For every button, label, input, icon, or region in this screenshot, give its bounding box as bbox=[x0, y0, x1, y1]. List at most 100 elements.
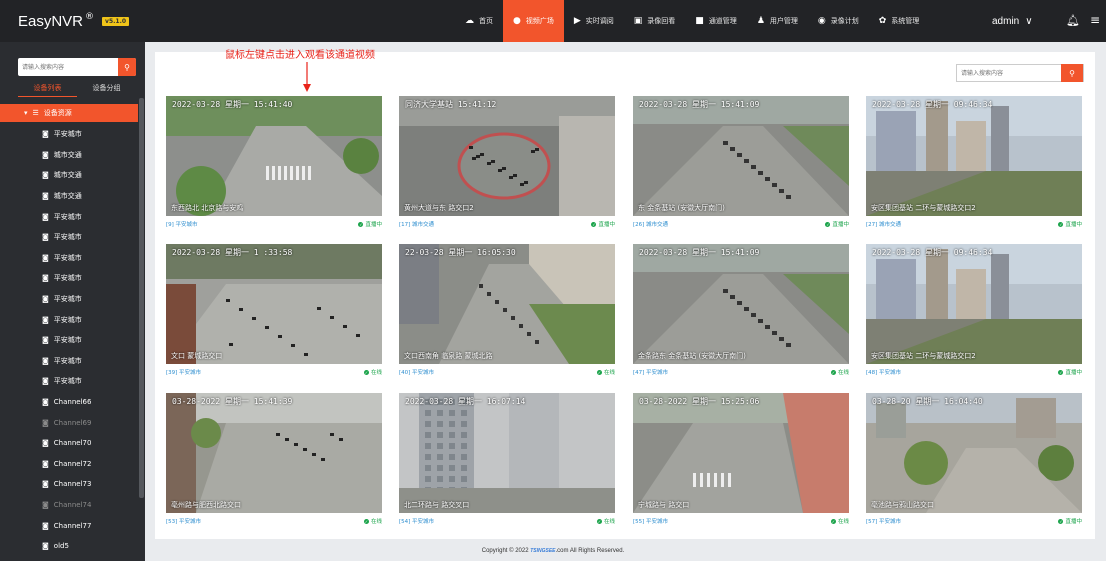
channel-name: [39] 平安城市 bbox=[166, 370, 202, 376]
status-text: 在线 bbox=[603, 370, 615, 376]
user-menu[interactable]: admin ∨ bbox=[992, 0, 1033, 42]
video-thumbnail[interactable]: 2022-03-28 星期一 1 :33:58 文口 蒙城路交口 bbox=[166, 244, 382, 364]
video-thumbnail[interactable]: 2022-03-28 星期一 15:41:40 东西路北 北京路与安鸡 bbox=[166, 96, 382, 216]
search-icon[interactable]: ⚲ bbox=[118, 58, 136, 76]
status-badge: ✓ 直播中 bbox=[1058, 368, 1082, 376]
video-thumbnail[interactable]: 2022-03-28 星期一 09:46:34 安区集团基站 二环与蒙城路交口2 bbox=[866, 244, 1082, 364]
tree-item[interactable]: ◙ 平安城市 bbox=[0, 289, 138, 310]
sidebar-scrollbar[interactable] bbox=[139, 98, 144, 498]
tree-item[interactable]: ◙ 平安城市 bbox=[0, 330, 138, 351]
nav-item[interactable]: ◉ 录像计划 bbox=[808, 0, 869, 42]
video-thumbnail[interactable]: 03-28-2022 星期一 15:41:39 亳州路与肥西北路交口 bbox=[166, 393, 382, 513]
video-card[interactable]: 2022-03-28 星期一 15:41:40 东西路北 北京路与安鸡 [9] 平安… bbox=[166, 96, 382, 232]
tree-item[interactable]: ◙ 平安城市 bbox=[0, 371, 138, 392]
video-thumbnail[interactable]: 2022-03-28 星期一 09:46:34 安区集团基站 二环与蒙城路交口2 bbox=[866, 96, 1082, 216]
camera-icon: ◙ bbox=[42, 212, 49, 221]
video-thumbnail[interactable]: 2022-03-28 星期一 15:41:09 金条路东 金条基站 (安徽大厅南门… bbox=[633, 244, 849, 364]
tab-device-group[interactable]: 设备分组 bbox=[77, 79, 136, 97]
status-text: 直播中 bbox=[832, 222, 849, 228]
tree-item[interactable]: ◙ Channel70 bbox=[0, 433, 138, 454]
video-card[interactable]: 03-28-2022 星期一 15:25:06 宁城路与 路交口 [55] 平安城市… bbox=[633, 393, 849, 529]
tree-item[interactable]: ◙ 平安城市 bbox=[0, 268, 138, 289]
tree-item[interactable]: ◙ Channel74 bbox=[0, 495, 138, 516]
video-thumbnail[interactable]: 03-28-20 星期一 16:04:40 亳池路与鸦山路交口 bbox=[866, 393, 1082, 513]
tree-item[interactable]: ◙ 平安城市 bbox=[0, 227, 138, 248]
camera-icon: ◙ bbox=[42, 439, 49, 448]
video-card[interactable]: 03-28-2022 星期一 15:41:39 亳州路与肥西北路交口 [53] 平安… bbox=[166, 393, 382, 529]
gear-icon: ✿ bbox=[878, 16, 887, 26]
video-timestamp: 2022-03-28 星期一 15:41:09 bbox=[639, 100, 760, 109]
camera-icon: ◙ bbox=[42, 398, 49, 407]
nav-item[interactable]: ▶ 实时调阅 bbox=[564, 0, 624, 42]
nav-item[interactable]: ■ 通道管理 bbox=[685, 0, 747, 42]
check-icon: ✓ bbox=[1058, 221, 1064, 227]
tree-item[interactable]: ◙ 平安城市 bbox=[0, 206, 138, 227]
search-icon[interactable]: ⚲ bbox=[1061, 64, 1083, 82]
video-card[interactable]: 2022-03-28 星期一 1 :33:58 文口 蒙城路交口 [39] 平安城市… bbox=[166, 244, 382, 380]
video-timestamp: 2022-03-28 星期一 15:41:40 bbox=[172, 100, 293, 109]
channel-name: [48] 平安城市 bbox=[866, 370, 902, 376]
tree-item[interactable]: ◙ Channel69 bbox=[0, 412, 138, 433]
check-icon: ✓ bbox=[358, 221, 364, 227]
video-card[interactable]: 2022-03-28 星期一 15:41:09 东 金条基站 (安徽大厅南门) [2… bbox=[633, 96, 849, 232]
tree-item-label: Channel73 bbox=[53, 480, 92, 489]
camera-icon: ◙ bbox=[42, 171, 49, 180]
status-text: 直播中 bbox=[1065, 370, 1082, 376]
tree-item[interactable]: ◙ 平安城市 bbox=[0, 309, 138, 330]
tree-item[interactable]: ◙ Channel72 bbox=[0, 454, 138, 475]
status-badge: ✓ 在线 bbox=[830, 517, 849, 525]
down-arrow-icon bbox=[303, 62, 311, 92]
video-timestamp: 2022-03-28 星期一 1 :33:58 bbox=[172, 248, 293, 257]
video-thumbnail[interactable]: 2022-03-28 星期一 16:07:14 北二环路与 路交叉口 bbox=[399, 393, 615, 513]
video-location-label: 安区集团基站 二环与蒙城路交口2 bbox=[871, 352, 976, 360]
tree-item[interactable]: ◙ 城市交通 bbox=[0, 165, 138, 186]
tree-item[interactable]: ◙ Channel66 bbox=[0, 392, 138, 413]
video-thumbnail[interactable]: 22-03-28 星期一 16:05:30 文口西南角 临泉路 蒙城北路 bbox=[399, 244, 615, 364]
tree-item-label: 平安城市 bbox=[53, 274, 82, 283]
tree-root[interactable]: ▾ ☰ 设备资源 bbox=[0, 104, 138, 122]
video-thumbnail[interactable]: 同济大学基站 15:41:12 黄州大道与东 路交口2 bbox=[399, 96, 615, 216]
tree-item-label: Channel70 bbox=[53, 439, 92, 448]
channel-search-input[interactable] bbox=[957, 65, 1057, 81]
video-card[interactable]: 2022-03-28 星期一 16:07:14 北二环路与 路交叉口 [54] 平安… bbox=[399, 393, 615, 529]
video-card[interactable]: 2022-03-28 星期一 15:41:09 金条路东 金条基站 (安徽大厅南门… bbox=[633, 244, 849, 380]
video-card[interactable]: 03-28-20 星期一 16:04:40 亳池路与鸦山路交口 [57] 平安城市 ✓… bbox=[866, 393, 1082, 529]
chevron-down-icon: ∨ bbox=[1025, 15, 1033, 27]
hint-text: 鼠标左键点击进入观看该通道视频 bbox=[225, 50, 375, 61]
sidebar-search-input[interactable] bbox=[18, 58, 114, 76]
video-card[interactable]: 同济大学基站 15:41:12 黄州大道与东 路交口2 [17] 城市交通 ✓ 直播中 bbox=[399, 96, 615, 232]
tree-item[interactable]: ◙ 城市交通 bbox=[0, 145, 138, 166]
status-badge: ✓ 在线 bbox=[596, 368, 615, 376]
video-thumbnail[interactable]: 2022-03-28 星期一 15:41:09 东 金条基站 (安徽大厅南门) bbox=[633, 96, 849, 216]
recording-icon: ▣ bbox=[633, 16, 643, 26]
tree-item[interactable]: ◙ Channel77 bbox=[0, 515, 138, 536]
video-card[interactable]: 2022-03-28 星期一 09:46:34 安区集团基站 二环与蒙城路交口2 [… bbox=[866, 96, 1082, 232]
tree-item[interactable]: ◙ Channel73 bbox=[0, 474, 138, 495]
nav-item[interactable]: ● 视频广场 bbox=[503, 0, 564, 42]
tree-item-label: 城市交通 bbox=[53, 171, 82, 180]
sidebar-tabs: 设备列表 设备分组 bbox=[18, 79, 136, 97]
tree-item[interactable]: ◙ 平安城市 bbox=[0, 248, 138, 269]
brand[interactable]: EasyNVR ® v5.1.0 bbox=[0, 0, 140, 42]
nav-item[interactable]: ♟ 用户管理 bbox=[747, 0, 808, 42]
user-icon: ♟ bbox=[756, 16, 765, 26]
nav-item[interactable]: ✿ 系统管理 bbox=[869, 0, 930, 42]
hamburger-menu-icon[interactable]: ≡ bbox=[1090, 13, 1100, 27]
status-badge: ✓ 直播中 bbox=[825, 220, 849, 228]
video-thumbnail[interactable]: 03-28-2022 星期一 15:25:06 宁城路与 路交口 bbox=[633, 393, 849, 513]
tree-item-label: Channel72 bbox=[53, 459, 92, 468]
bell-icon[interactable]: 🔔︎ bbox=[1066, 14, 1080, 27]
main-nav: ☁ 首页 ● 视频广场 ▶ 实时调阅 ▣ 录像回看 ■ 通道管理 ♟ 用户管理 ◉ 录像计划 ✿ 系统管理 bbox=[455, 0, 929, 42]
check-icon: ✓ bbox=[363, 369, 369, 375]
video-card[interactable]: 2022-03-28 星期一 09:46:34 安区集团基站 二环与蒙城路交口2 [… bbox=[866, 244, 1082, 380]
tree-item[interactable]: ◙ 城市交通 bbox=[0, 186, 138, 207]
tree-item[interactable]: ◙ 平安城市 bbox=[0, 351, 138, 372]
channel-name: [27] 城市交通 bbox=[866, 222, 902, 228]
nav-item[interactable]: ☁ 首页 bbox=[455, 0, 503, 42]
video-location-label: 亳池路与鸦山路交口 bbox=[871, 501, 934, 509]
tree-item[interactable]: ◙ 平安城市 bbox=[0, 124, 138, 145]
tab-device-list[interactable]: 设备列表 bbox=[18, 79, 77, 97]
video-card[interactable]: 22-03-28 星期一 16:05:30 文口西南角 临泉路 蒙城北路 [40] … bbox=[399, 244, 615, 380]
nav-item[interactable]: ▣ 录像回看 bbox=[624, 0, 686, 42]
check-icon: ✓ bbox=[591, 221, 597, 227]
